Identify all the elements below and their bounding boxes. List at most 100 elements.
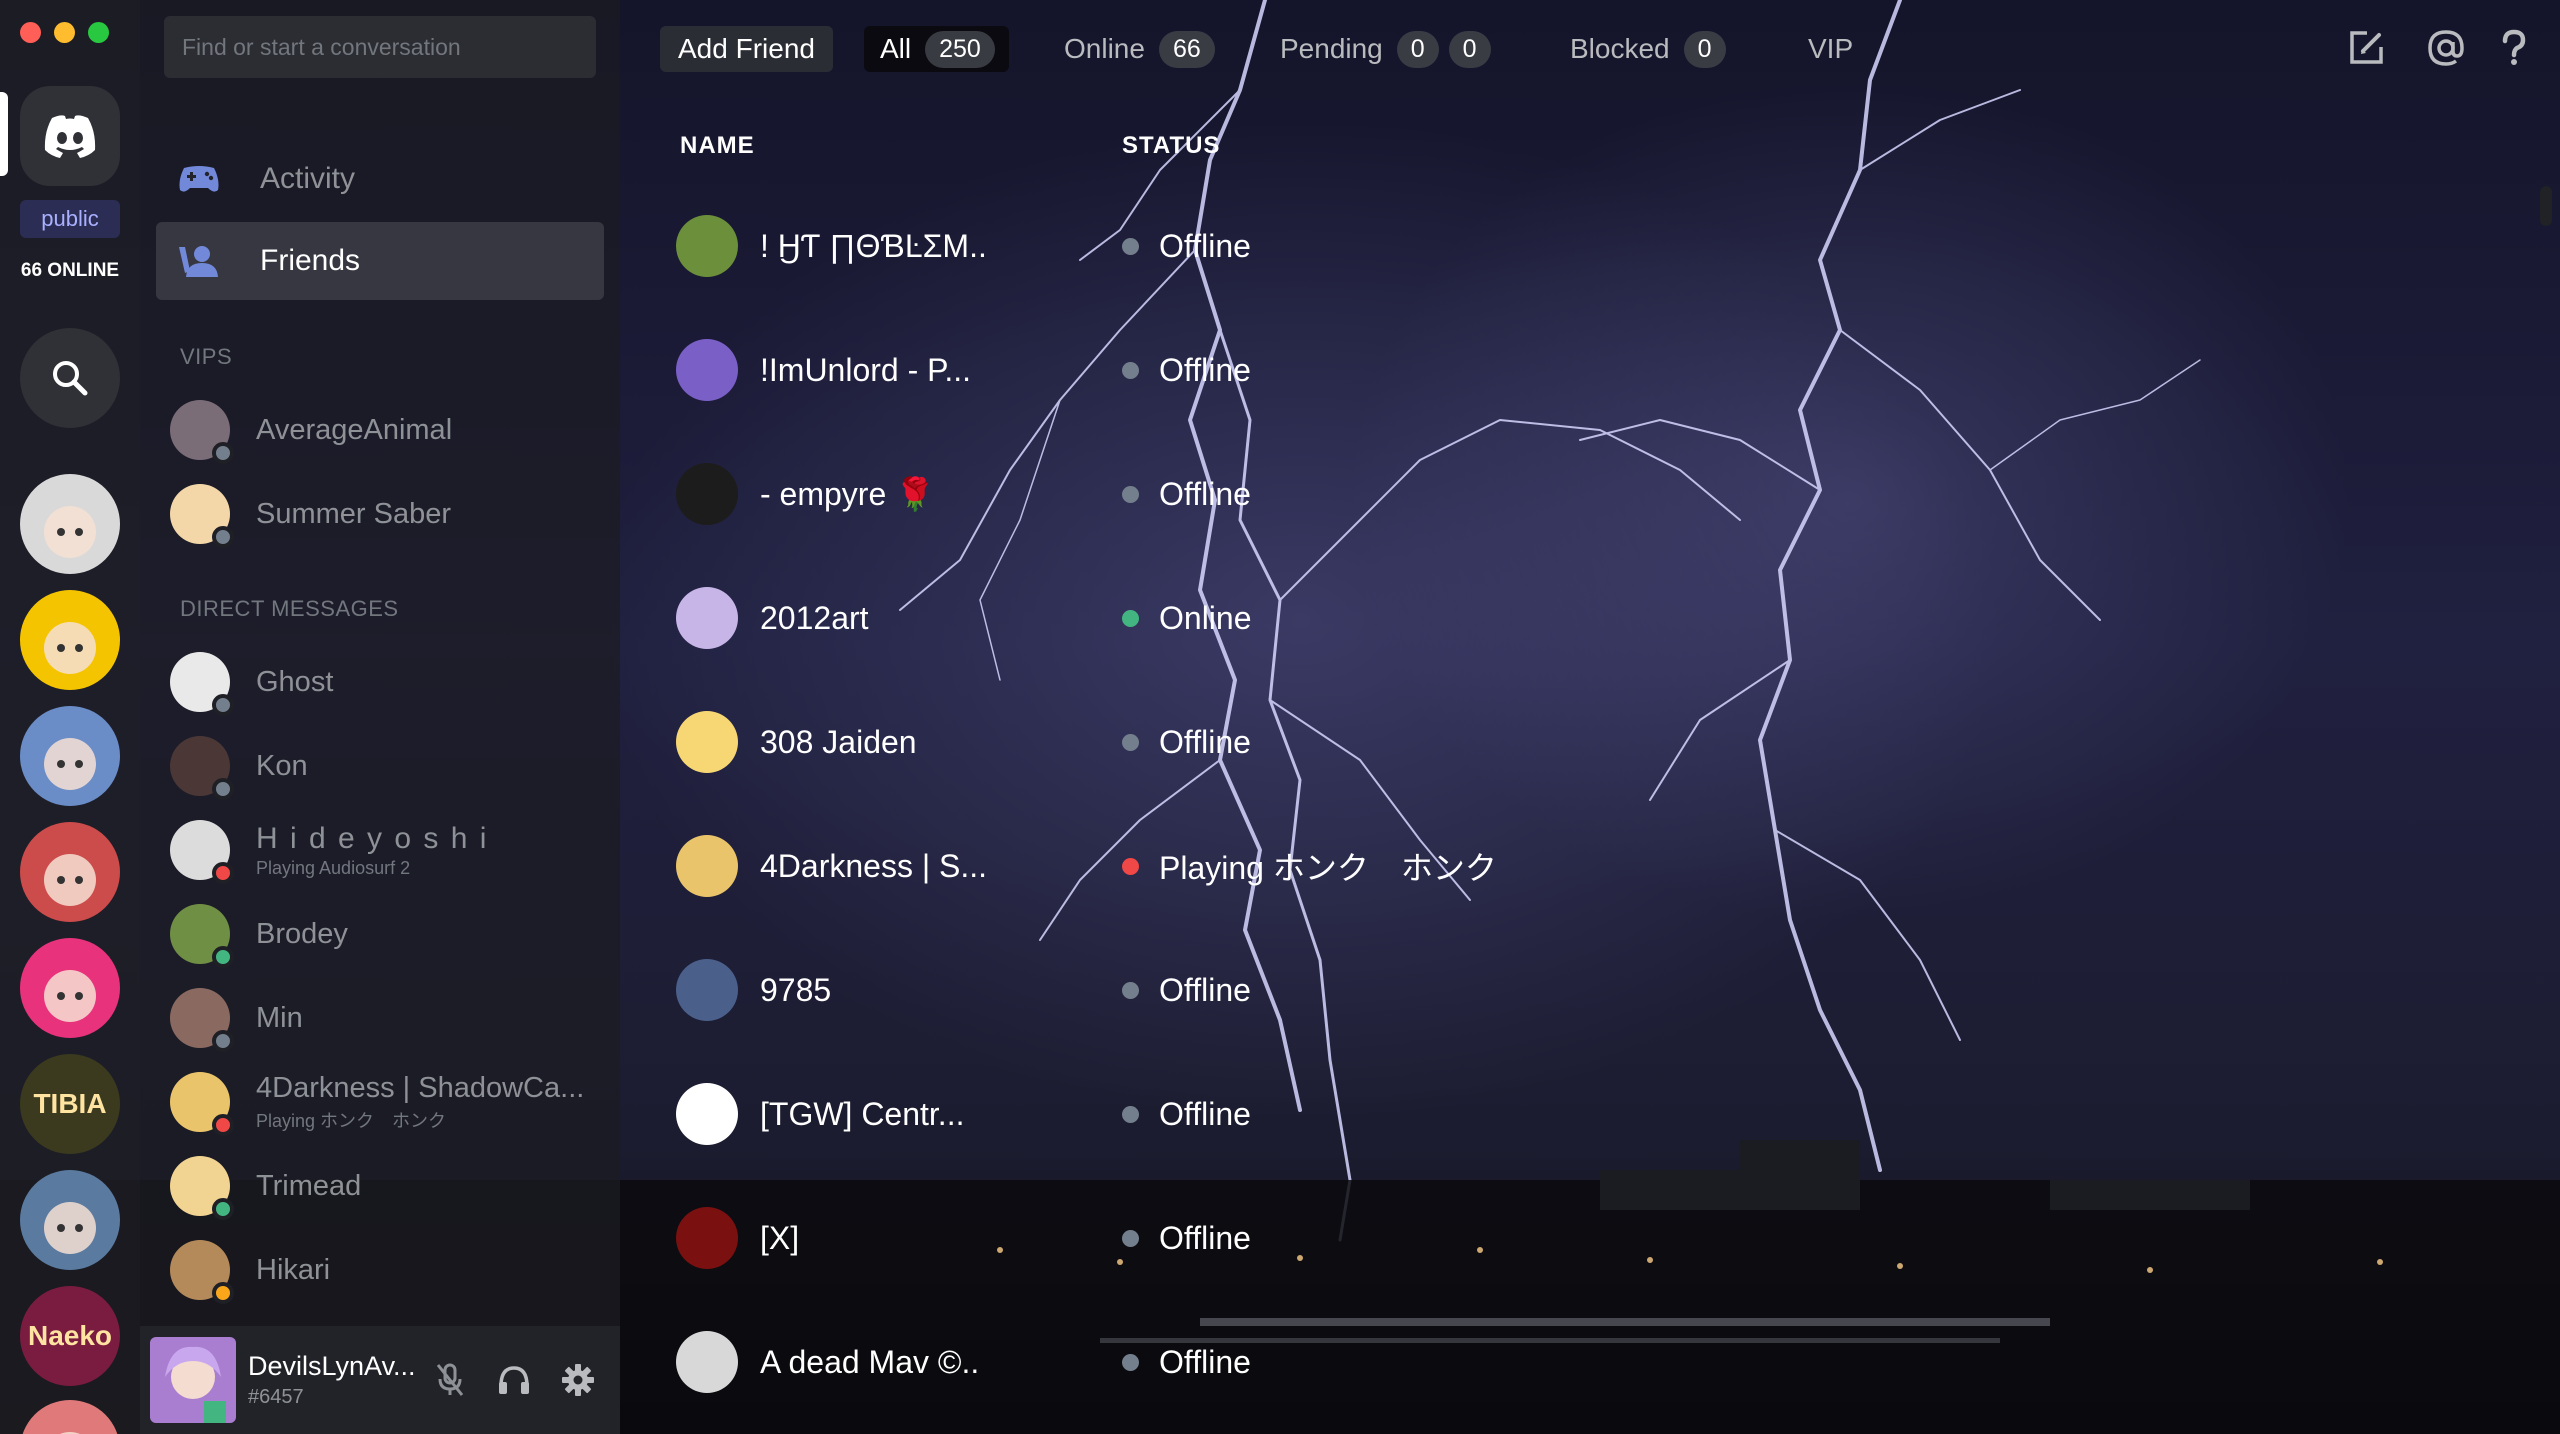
dm-name: Kon [256, 749, 308, 782]
dm-text: Kon [256, 750, 308, 783]
friend-status: Offline [1122, 476, 1251, 513]
server-red-face[interactable] [20, 822, 120, 922]
avatar [170, 1072, 234, 1136]
new-group-dm-button[interactable] [2340, 22, 2392, 74]
table-row[interactable]: ! ӇƬ ∏ΘƁĿΣΜ.. Offline [676, 184, 1876, 308]
dm-item[interactable]: Min [170, 982, 600, 1054]
status-indicator [212, 526, 234, 548]
help-button[interactable] [2488, 22, 2540, 74]
friend-name: ! ӇƬ ∏ΘƁĿΣΜ.. [760, 227, 987, 264]
server-avatar-icon [44, 738, 96, 790]
tab-blocked[interactable]: Blocked 0 [1570, 26, 1726, 72]
status-dot [1122, 857, 1139, 875]
tab-pending-count-incoming: 0 [1396, 30, 1439, 68]
dm-item[interactable]: Hikari [170, 1234, 600, 1306]
table-row[interactable]: A dead Mav ©.. Offline [676, 1300, 1876, 1424]
home-selected-indicator [0, 92, 8, 176]
tab-online[interactable]: Online 66 [1064, 26, 1215, 72]
online-count: 66 ONLINE [20, 260, 120, 281]
home-button[interactable] [20, 86, 120, 186]
avatar [170, 400, 234, 464]
public-badge[interactable]: public [20, 200, 120, 238]
server-pink-cat[interactable] [20, 938, 120, 1038]
status-indicator [212, 1114, 234, 1136]
tab-vip[interactable]: VIP [1808, 26, 1853, 72]
server-avatar-icon [44, 506, 96, 558]
status-indicator [212, 1030, 234, 1052]
status-dot [1122, 981, 1139, 999]
nav-friends[interactable]: Friends [156, 222, 604, 300]
table-row[interactable]: 4Darkness | S... Playing ホンク ホンク [676, 804, 1876, 928]
table-row[interactable]: - empyre 🌹 Offline [676, 432, 1876, 556]
dm-item[interactable]: Brodey [170, 898, 600, 970]
close-window-button[interactable] [20, 22, 41, 43]
mentions-button[interactable] [2420, 22, 2472, 74]
zoom-window-button[interactable] [88, 22, 109, 43]
mute-button[interactable] [418, 1348, 482, 1412]
server-partial[interactable] [20, 1400, 120, 1434]
dm-activity: Playing ホンク ホンク [256, 1110, 447, 1131]
user-settings-button[interactable] [546, 1348, 610, 1412]
tab-pending[interactable]: Pending 0 0 [1280, 26, 1491, 72]
friend-avatar [676, 835, 738, 897]
server-avatar-icon [44, 1202, 96, 1254]
column-header-name[interactable]: NAME [680, 132, 755, 160]
friend-status: Offline [1122, 1220, 1251, 1257]
table-row[interactable]: 2012art Online [676, 556, 1876, 680]
tab-online-count: 66 [1158, 30, 1215, 68]
add-friend-button[interactable]: Add Friend [660, 26, 833, 72]
friend-name: 2012art [760, 599, 869, 636]
nav-friends-label: Friends [260, 244, 361, 277]
nav-activity[interactable]: Activity [156, 140, 604, 218]
microphone-muted-icon [436, 1363, 464, 1396]
table-row[interactable]: [X] Offline [676, 1176, 1876, 1300]
direct-messages-header: DIRECT MESSAGES [180, 596, 399, 621]
dm-item[interactable]: Trimead [170, 1150, 600, 1222]
friend-status-text: Playing ホンク ホンク [1159, 850, 1497, 886]
user-avatar[interactable] [150, 1337, 236, 1423]
friend-avatar [676, 339, 738, 401]
server-anime-group[interactable] [20, 706, 120, 806]
server-naeko[interactable]: Naeko [20, 1286, 120, 1386]
table-row[interactable]: [TGW] Centr... Offline [676, 1052, 1876, 1176]
friend-status: Offline [1122, 352, 1251, 389]
server-tibia[interactable]: TIBIA [20, 1054, 120, 1154]
table-row[interactable]: 308 Jaiden Offline [676, 680, 1876, 804]
tab-online-label: Online [1064, 33, 1145, 64]
dm-item[interactable]: H i d e y o s h i Playing Audiosurf 2 [170, 814, 600, 886]
dm-item[interactable]: Summer Saber [170, 478, 600, 550]
dm-text: 4Darkness | ShadowCa... Playing ホンク ホンク [256, 1072, 584, 1133]
friend-avatar [676, 1331, 738, 1393]
friend-status-text: Offline [1159, 723, 1251, 760]
avatar [170, 820, 234, 884]
server-green-hat-girl[interactable] [20, 590, 120, 690]
gamepad-icon [176, 156, 222, 202]
dm-name: H i d e y o s h i [256, 821, 489, 855]
deafen-button[interactable] [482, 1348, 546, 1412]
dm-text: Brodey [256, 918, 348, 951]
server-white-hair-girl[interactable] [20, 474, 120, 574]
tab-all[interactable]: All 250 [864, 26, 1009, 72]
avatar [170, 484, 234, 548]
dm-item[interactable]: 4Darkness | ShadowCa... Playing ホンク ホンク [170, 1066, 600, 1138]
server-tibia-label: TIBIA [33, 1088, 107, 1119]
friend-status-text: Offline [1159, 971, 1251, 1008]
status-dot [1122, 485, 1139, 503]
friend-status: Online [1122, 600, 1252, 637]
server-portal[interactable] [20, 1170, 120, 1270]
dm-item[interactable]: AverageAnimal [170, 394, 600, 466]
conversation-search-input[interactable] [164, 16, 596, 78]
dm-item[interactable]: Ghost [170, 646, 600, 718]
minimize-window-button[interactable] [54, 22, 75, 43]
status-dot [1122, 1105, 1139, 1123]
dm-item[interactable]: Kon [170, 730, 600, 802]
friend-list-scrollbar[interactable] [2540, 186, 2552, 226]
column-header-status[interactable]: STATUS [1122, 132, 1220, 160]
friend-status-text: Online [1159, 599, 1252, 636]
table-row[interactable]: 9785 Offline [676, 928, 1876, 1052]
table-row[interactable]: !ImUnlord - P... Offline [676, 308, 1876, 432]
server-search-button[interactable] [20, 328, 120, 428]
friend-name: !ImUnlord - P... [760, 351, 972, 388]
friend-avatar [676, 587, 738, 649]
dm-text: AverageAnimal [256, 414, 452, 447]
